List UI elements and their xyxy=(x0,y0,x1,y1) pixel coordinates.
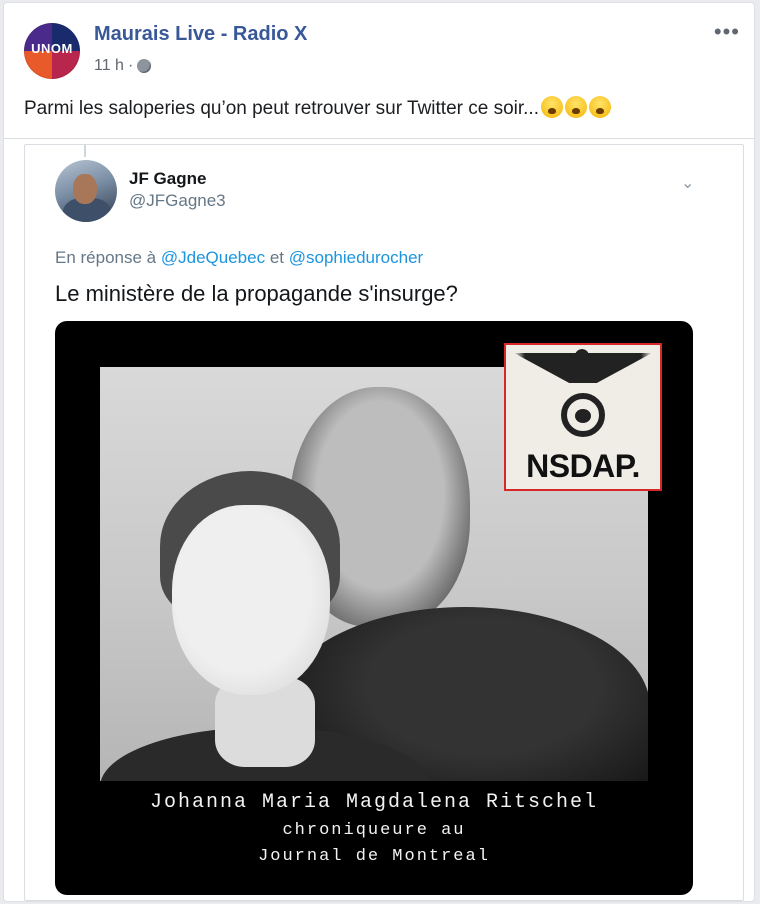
globe-icon[interactable] xyxy=(137,59,152,73)
tweet-image[interactable]: NSDAP. Johanna Maria Magdalena Ritschel … xyxy=(55,321,693,895)
tweet-author-handle[interactable]: @JFGagne3 xyxy=(129,191,226,211)
post-timestamp[interactable]: 11 h xyxy=(94,57,124,75)
reply-mention-sophiedurocher[interactable]: @sophiedurocher xyxy=(289,248,423,267)
meta-separator: · xyxy=(127,57,134,74)
image-caption-line2: chroniqueure au xyxy=(282,821,466,840)
post-text: Parmi les saloperies qu’on peut retrouve… xyxy=(24,96,611,120)
embedded-tweet[interactable]: JF Gagne @JFGagne3 ⌄ En réponse à @JdeQu… xyxy=(24,144,744,901)
emblem-image: NSDAP. xyxy=(504,343,662,491)
image-caption-line1: Johanna Maria Magdalena Ritschel xyxy=(149,791,599,814)
chevron-down-icon[interactable]: ⌄ xyxy=(681,173,694,193)
avatar-logo-text: UNOM xyxy=(31,41,73,56)
divider xyxy=(4,138,754,139)
image-caption-line3: Journal de Montreal xyxy=(258,847,490,866)
eagle-head xyxy=(574,349,590,369)
reply-prefix: En réponse à xyxy=(55,248,157,267)
post-meta: 11 h · xyxy=(94,57,152,75)
tweet-text: Le ministère de la propagande s'insurge? xyxy=(55,281,458,306)
page-name-link[interactable]: Maurais Live - Radio X xyxy=(94,23,307,46)
reply-context: En réponse à @JdeQuebec et @sophieduroch… xyxy=(55,248,423,268)
fearful-face-emoji-icon xyxy=(565,96,587,118)
tweet-author-avatar[interactable] xyxy=(55,160,117,222)
fearful-face-emoji-icon xyxy=(589,96,611,118)
foreground-portrait-face xyxy=(172,505,330,695)
reply-and: et xyxy=(269,248,285,267)
post-text-body: Parmi les saloperies qu’on peut retrouve… xyxy=(24,98,539,119)
page-avatar[interactable]: UNOM xyxy=(24,23,80,79)
facebook-post: UNOM Maurais Live - Radio X 11 h · ••• P… xyxy=(3,2,755,902)
thread-line xyxy=(84,145,86,157)
fearful-face-emoji-icon xyxy=(541,96,563,118)
tweet-author-name[interactable]: JF Gagne xyxy=(129,169,206,189)
more-options-icon[interactable]: ••• xyxy=(714,19,740,45)
emblem-label: NSDAP. xyxy=(526,448,640,484)
paw-icon xyxy=(575,409,591,423)
reply-mention-jdequebec[interactable]: @JdeQuebec xyxy=(161,248,265,267)
avatar-face xyxy=(73,174,97,204)
